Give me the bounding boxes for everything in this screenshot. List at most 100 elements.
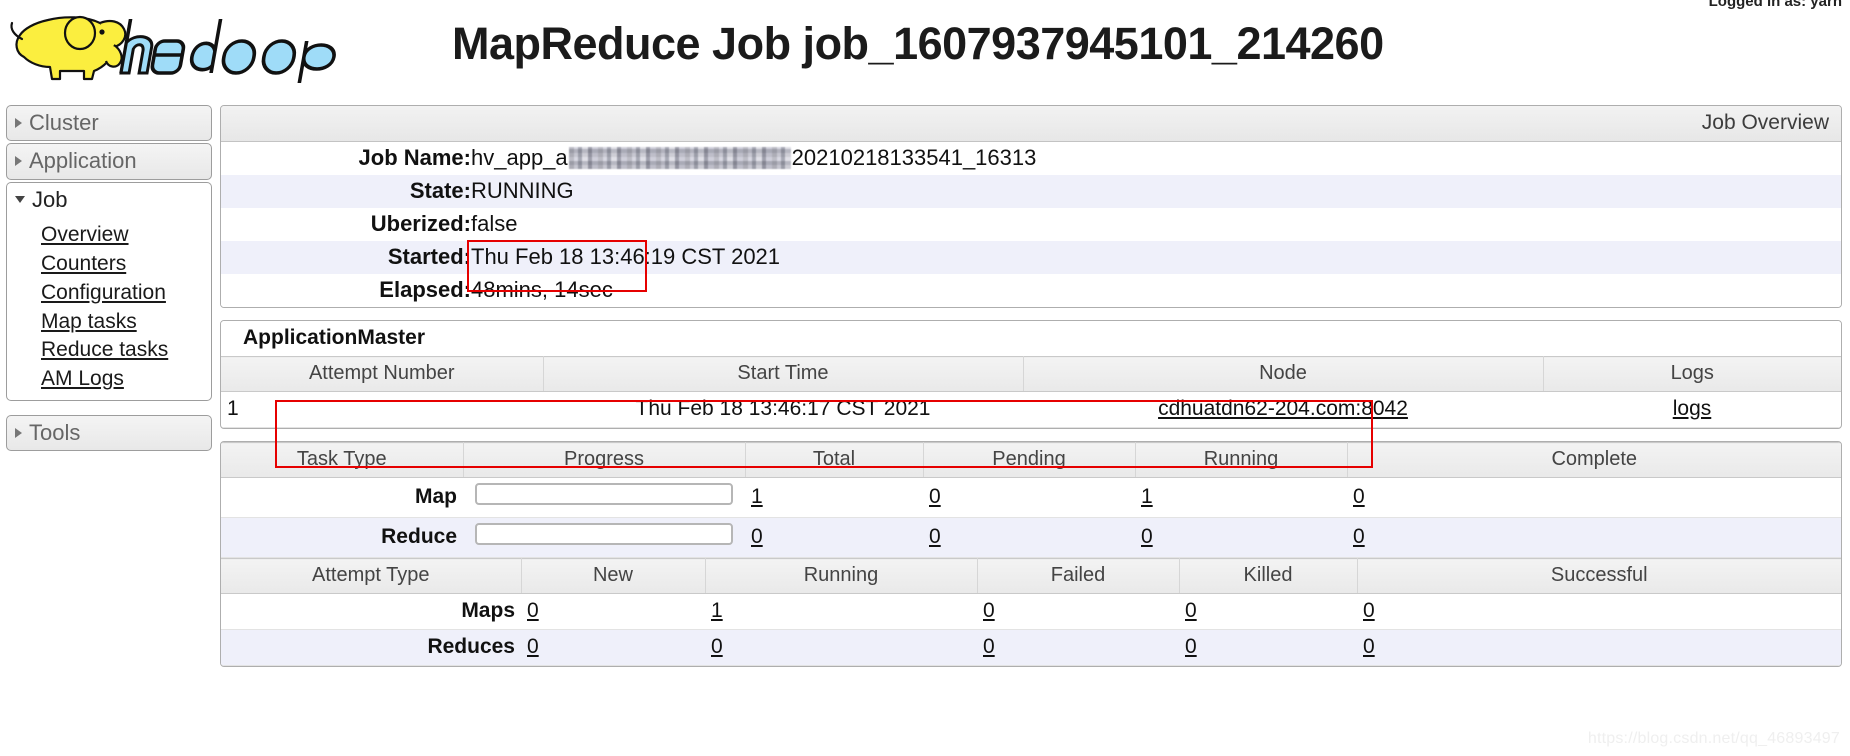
col-logs[interactable]: Logs (1543, 356, 1841, 392)
maps-killed-link[interactable]: 0 (1185, 599, 1197, 622)
sidebar-group-tools: Tools (6, 415, 212, 452)
sidebar-group-job: Job Overview Counters Configuration Map … (6, 181, 212, 402)
reduces-successful-link[interactable]: 0 (1363, 635, 1375, 658)
cell-attempt-type-maps: Maps (221, 593, 521, 630)
sidebar-group-cluster: Cluster (6, 105, 212, 142)
job-overview-title: Job Overview (221, 106, 1841, 142)
sidebar-link-counters[interactable]: Counters (7, 250, 211, 279)
cell-reduces-new: 0 (521, 629, 705, 666)
job-name-suffix: 20210218133541_16313 (791, 145, 1037, 170)
attempt-summary-table: Attempt Type New Running Failed Killed S… (221, 558, 1841, 666)
cell-node: cdhuatdn62-204.com:8042 (1023, 391, 1543, 428)
sidebar-item-label: Application (29, 148, 137, 174)
table-header-row: Attempt Number Start Time Node Logs (221, 356, 1841, 392)
map-total-link[interactable]: 1 (751, 485, 763, 508)
redacted-text-block (568, 147, 791, 169)
reduce-pending-link[interactable]: 0 (929, 525, 941, 548)
table-row: Started: Thu Feb 18 13:46:19 CST 2021 (221, 241, 1841, 274)
map-complete-link[interactable]: 0 (1353, 485, 1365, 508)
sidebar-link-am-logs[interactable]: AM Logs (7, 365, 211, 394)
sidebar-item-job[interactable]: Job (6, 181, 212, 217)
cell-reduce-pending: 0 (923, 517, 1135, 558)
sidebar-item-label: Tools (29, 420, 81, 446)
elapsed-value: 48mins, 14sec (471, 277, 613, 302)
reduces-failed-link[interactable]: 0 (983, 635, 995, 658)
col-killed[interactable]: Killed (1179, 558, 1358, 594)
job-overview-panel: Job Overview Job Name: hv_app_a 202102181… (220, 105, 1842, 308)
reduce-running-link[interactable]: 0 (1141, 525, 1153, 548)
col-pending[interactable]: Pending (923, 442, 1136, 478)
page-header: Logged in as: yarn MapReduce Job job_160… (0, 0, 1850, 88)
sidebar-item-tools[interactable]: Tools (6, 415, 212, 452)
table-row: Reduce 0 0 0 0 (221, 517, 1841, 558)
map-pending-link[interactable]: 0 (929, 485, 941, 508)
reduces-new-link[interactable]: 0 (527, 635, 539, 658)
cell-reduce-complete: 0 (1347, 517, 1841, 558)
col-running-att[interactable]: Running (705, 558, 978, 594)
table-row: Map 1 0 1 0 (221, 477, 1841, 518)
cell-reduce-total: 0 (745, 517, 923, 558)
reduces-killed-link[interactable]: 0 (1185, 635, 1197, 658)
maps-failed-link[interactable]: 0 (983, 599, 995, 622)
table-row: Elapsed: 48mins, 14sec (221, 274, 1841, 307)
table-header-row: Task Type Progress Total Pending Running… (221, 442, 1841, 478)
sidebar-link-overview[interactable]: Overview (7, 221, 211, 250)
col-progress[interactable]: Progress (463, 442, 746, 478)
page-title: MapReduce Job job_1607937945101_214260 (452, 18, 1384, 69)
cell-reduce-running: 0 (1135, 517, 1347, 558)
table-row: Uberized: false (221, 208, 1841, 241)
state-value: RUNNING (471, 178, 574, 203)
job-name-value: hv_app_a 20210218133541_16313 (471, 142, 1841, 175)
cell-task-type-map: Map (221, 477, 463, 518)
chevron-right-icon (15, 427, 22, 438)
col-attempt-number[interactable]: Attempt Number (221, 356, 544, 392)
logged-in-label: Logged in as: yarn (1708, 0, 1842, 10)
sidebar-link-configuration[interactable]: Configuration (7, 279, 211, 308)
logs-link[interactable]: logs (1673, 397, 1712, 420)
table-row: Maps 0 1 0 0 0 (221, 593, 1841, 630)
reduces-running-link[interactable]: 0 (711, 635, 723, 658)
task-summary-table: Task Type Progress Total Pending Running… (221, 442, 1841, 558)
col-successful[interactable]: Successful (1357, 558, 1841, 594)
col-new[interactable]: New (521, 558, 706, 594)
col-node[interactable]: Node (1023, 356, 1544, 392)
cell-task-type-reduce: Reduce (221, 517, 463, 558)
maps-running-link[interactable]: 1 (711, 599, 723, 622)
sidebar-link-map-tasks[interactable]: Map tasks (7, 308, 211, 337)
main-content: Job Overview Job Name: hv_app_a 202102181… (212, 88, 1850, 679)
col-start-time[interactable]: Start Time (543, 356, 1024, 392)
elapsed-label: Elapsed: (379, 277, 471, 302)
col-complete[interactable]: Complete (1347, 442, 1841, 478)
cell-map-running: 1 (1135, 477, 1347, 518)
col-attempt-type[interactable]: Attempt Type (221, 558, 522, 594)
col-failed[interactable]: Failed (977, 558, 1180, 594)
map-running-link[interactable]: 1 (1141, 485, 1153, 508)
col-running[interactable]: Running (1135, 442, 1348, 478)
cell-reduces-successful: 0 (1357, 629, 1841, 666)
reduce-total-link[interactable]: 0 (751, 525, 763, 548)
cell-attempt-type-reduces: Reduces (221, 629, 521, 666)
sidebar-item-cluster[interactable]: Cluster (6, 105, 212, 142)
sidebar-group-application: Application (6, 143, 212, 180)
col-total[interactable]: Total (745, 442, 924, 478)
sidebar-item-application[interactable]: Application (6, 143, 212, 180)
reduce-complete-link[interactable]: 0 (1353, 525, 1365, 548)
cell-start-time: Thu Feb 18 13:46:17 CST 2021 (543, 391, 1023, 428)
hadoop-logo[interactable] (8, 5, 448, 83)
page-root: Logged in as: yarn MapReduce Job job_160… (0, 0, 1850, 756)
maps-new-link[interactable]: 0 (527, 599, 539, 622)
cell-maps-new: 0 (521, 593, 705, 630)
node-link[interactable]: cdhuatdn62-204.com:8042 (1158, 397, 1408, 420)
col-task-type[interactable]: Task Type (221, 442, 464, 478)
chevron-down-icon (15, 195, 25, 203)
sidebar-link-reduce-tasks[interactable]: Reduce tasks (7, 336, 211, 365)
sidebar-item-label: Cluster (29, 110, 99, 135)
job-name-prefix: hv_app_a (471, 145, 568, 170)
state-label: State: (409, 178, 471, 203)
cell-reduce-progress (463, 517, 745, 558)
map-progress-bar (475, 483, 733, 505)
sidebar-item-label: Job (32, 186, 68, 212)
cell-maps-running: 1 (705, 593, 977, 630)
application-master-panel: ApplicationMaster Attempt Number Start T… (220, 320, 1842, 429)
maps-successful-link[interactable]: 0 (1363, 599, 1375, 622)
